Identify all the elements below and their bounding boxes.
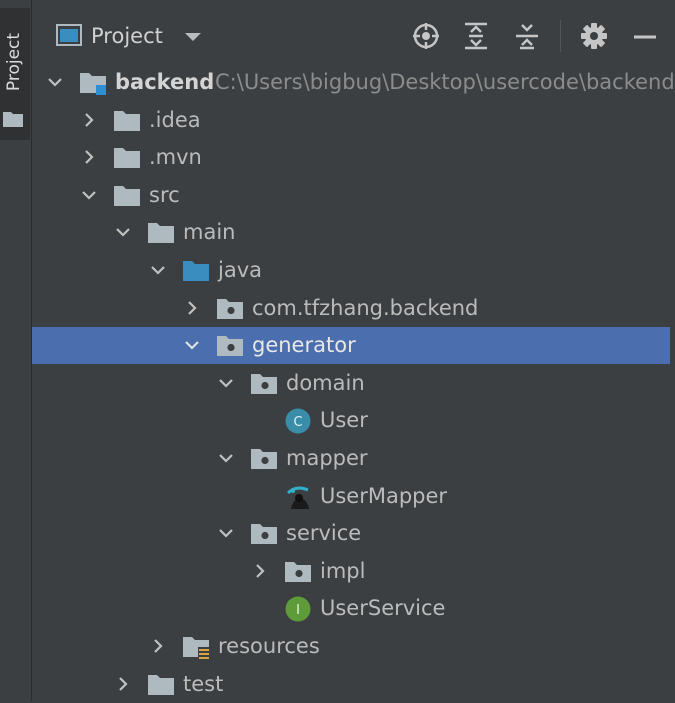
tree-row-user[interactable]: C User <box>32 402 670 439</box>
tree-row-src[interactable]: src <box>32 177 670 214</box>
tree-node-label: src <box>149 183 180 207</box>
tree-node-label: test <box>183 672 224 696</box>
module-path: C:\Users\bigbug\Desktop\usercode\backend <box>215 70 675 94</box>
tree-node-label: generator <box>252 333 356 357</box>
tree-row-generator[interactable]: generator <box>32 327 670 364</box>
module-folder-icon <box>80 73 106 95</box>
folder-icon <box>3 112 23 127</box>
project-toolbar: Project <box>32 0 675 64</box>
tree-row-domain[interactable]: domain <box>32 365 670 402</box>
source-root-folder-icon <box>183 261 209 281</box>
package-icon <box>285 562 311 582</box>
tree-node-label: main <box>183 220 236 244</box>
mybatis-mapper-icon <box>286 486 309 509</box>
view-selector-title[interactable]: Project <box>91 22 163 50</box>
tree-row-test[interactable]: test <box>32 666 670 703</box>
chevron-down-icon[interactable] <box>217 524 235 542</box>
chevron-down-icon[interactable] <box>184 32 202 42</box>
package-icon <box>217 299 243 319</box>
package-icon <box>251 374 277 394</box>
project-tool-window-tab[interactable]: Project <box>0 8 30 140</box>
tree-row-java[interactable]: java <box>32 252 670 289</box>
tree-node-label: .mvn <box>149 145 202 169</box>
tree-node-label: User <box>320 408 368 432</box>
folder-icon <box>148 675 174 695</box>
collapse-all-icon[interactable] <box>512 21 542 51</box>
chevron-down-icon[interactable] <box>46 73 64 91</box>
tree-node-label: mapper <box>286 446 368 470</box>
package-icon <box>251 449 277 469</box>
expand-all-icon[interactable] <box>461 21 491 51</box>
tree-row-usermapper[interactable]: UserMapper <box>32 478 670 515</box>
project-view-icon <box>56 24 82 46</box>
project-tab-label: Project <box>4 32 24 92</box>
chevron-right-icon[interactable] <box>183 299 201 317</box>
tree-node-label: domain <box>286 371 365 395</box>
tree-node-label: impl <box>320 559 366 583</box>
svg-text:I: I <box>296 603 300 618</box>
tree-node-label: com.tfzhang.backend <box>252 296 479 320</box>
tree-node-label: UserMapper <box>320 484 448 508</box>
locate-icon[interactable] <box>411 21 441 51</box>
chevron-right-icon[interactable] <box>251 562 269 580</box>
tree-row-com-tfzhang-backend[interactable]: com.tfzhang.backend <box>32 290 670 327</box>
folder-icon <box>114 186 140 206</box>
tree-row-userservice[interactable]: I UserService <box>32 590 670 627</box>
chevron-down-icon[interactable] <box>183 336 201 354</box>
tree-node-label: resources <box>218 634 320 658</box>
chevron-right-icon[interactable] <box>149 637 167 655</box>
chevron-right-icon[interactable] <box>80 148 98 166</box>
chevron-down-icon[interactable] <box>217 449 235 467</box>
tree-node-label: .idea <box>149 108 201 132</box>
tree-row-resources[interactable]: resources <box>32 628 670 665</box>
project-tree: backend C:\Users\bigbug\Desktop\usercode\… <box>32 64 675 701</box>
resources-folder-icon <box>183 637 209 659</box>
package-icon <box>251 524 277 544</box>
package-icon <box>217 336 243 356</box>
folder-icon <box>148 223 174 243</box>
chevron-down-icon[interactable] <box>80 186 98 204</box>
chevron-down-icon[interactable] <box>217 374 235 392</box>
tree-row-mapper[interactable]: mapper <box>32 440 670 477</box>
tree-node-label: UserService <box>320 596 446 620</box>
interface-icon: I <box>285 596 311 622</box>
tree-row--mvn[interactable]: .mvn <box>32 139 670 176</box>
tree-node-label: java <box>218 258 262 282</box>
folder-icon <box>114 111 140 131</box>
chevron-down-icon[interactable] <box>149 261 167 279</box>
toolbar-separator <box>560 20 561 52</box>
gear-icon[interactable] <box>579 21 609 51</box>
minimize-icon[interactable] <box>630 21 660 51</box>
tree-node-label: backend <box>115 70 215 94</box>
tree-row-service[interactable]: service <box>32 515 670 552</box>
class-icon: C <box>285 408 311 434</box>
tree-row--idea[interactable]: .idea <box>32 102 670 139</box>
chevron-right-icon[interactable] <box>114 675 132 693</box>
folder-icon <box>114 148 140 168</box>
svg-text:C: C <box>293 415 302 430</box>
tree-node-label: service <box>286 521 362 545</box>
tree-row-main[interactable]: main <box>32 214 670 251</box>
chevron-down-icon[interactable] <box>114 223 132 241</box>
tree-row-impl[interactable]: impl <box>32 553 670 590</box>
tool-window-stripe: Project <box>0 0 32 701</box>
chevron-right-icon[interactable] <box>80 111 98 129</box>
tree-row-backend[interactable]: backend C:\Users\bigbug\Desktop\usercode\… <box>32 64 675 101</box>
